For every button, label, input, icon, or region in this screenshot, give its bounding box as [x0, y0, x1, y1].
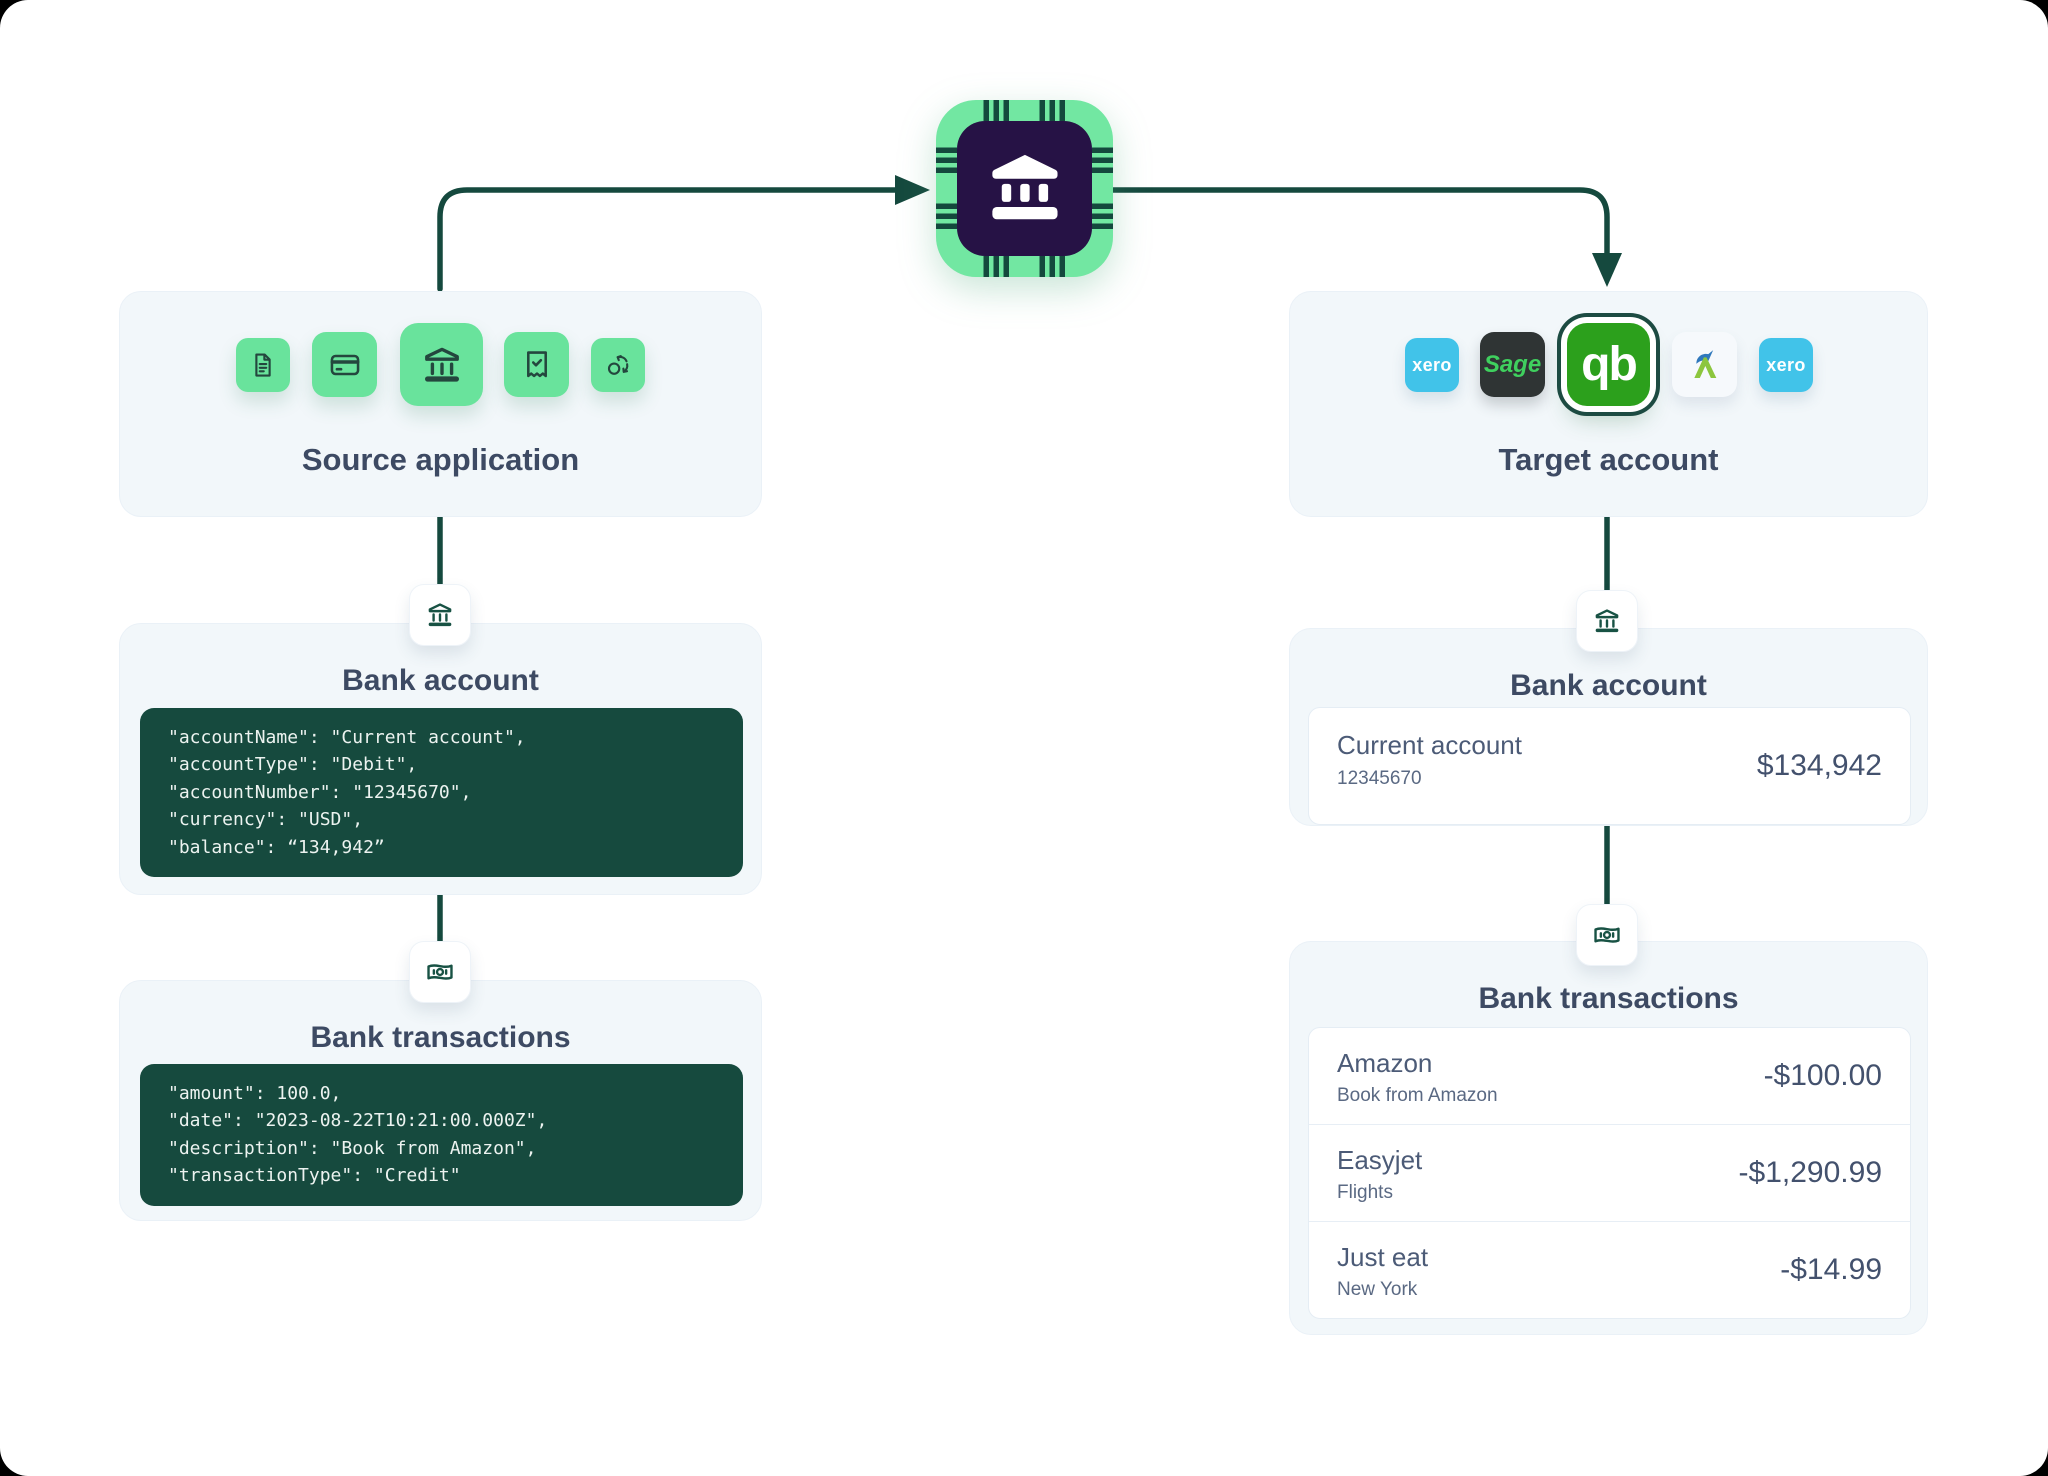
transaction-description: New York [1337, 1279, 1417, 1301]
code-line: "balance": “134,942” [140, 834, 743, 861]
xero-logo: xero [1759, 338, 1813, 392]
code-line: "transactionType": "Credit" [140, 1162, 743, 1189]
right-bank-account-title: Bank account [1290, 669, 1927, 703]
diagram-canvas: Source application xero Sage qb xero Tar… [0, 0, 2048, 1476]
sync-icon [591, 338, 645, 392]
transaction-description: Book from Amazon [1337, 1085, 1498, 1107]
account-balance: $134,942 [1757, 708, 1882, 824]
banknote-badge-icon [409, 941, 471, 1003]
code-line: "accountType": "Debit", [140, 751, 743, 778]
freeagent-logo [1672, 332, 1737, 397]
transaction-name: Easyjet [1337, 1145, 1422, 1176]
transaction-amount: -$100.00 [1764, 1028, 1882, 1124]
source-application-title: Source application [120, 442, 761, 478]
transaction-row: Easyjet Flights -$1,290.99 [1309, 1124, 1910, 1221]
arrow-hub-to-target [1113, 190, 1607, 254]
credit-card-icon [312, 332, 377, 397]
transaction-description: Flights [1337, 1182, 1393, 1204]
transaction-amount: -$14.99 [1780, 1222, 1882, 1318]
banknote-badge-icon [1576, 904, 1638, 966]
arrowhead-down [1592, 253, 1622, 287]
bank-badge-icon [409, 584, 471, 646]
arrowhead-right [895, 175, 930, 205]
transaction-name: Amazon [1337, 1048, 1432, 1079]
right-bank-transactions-card: Bank transactions Amazon Book from Amazo… [1289, 941, 1928, 1335]
bank-badge-icon [1576, 590, 1638, 652]
sage-logo: Sage [1480, 332, 1545, 397]
target-account-title: Target account [1290, 442, 1927, 478]
bank-icon [400, 323, 483, 406]
left-bank-account-title: Bank account [120, 664, 761, 698]
right-bank-transactions-title: Bank transactions [1290, 982, 1927, 1016]
account-name: Current account [1337, 730, 1522, 761]
quickbooks-logo: qb [1567, 323, 1650, 406]
code-line: "amount": 100.0, [140, 1080, 743, 1107]
code-line: "currency": "USD", [140, 806, 743, 833]
source-application-card: Source application [119, 291, 762, 517]
code-line: "date": "2023-08-22T10:21:00.000Z", [140, 1107, 743, 1134]
left-bank-account-card: Bank account "accountName": "Current acc… [119, 623, 762, 895]
target-account-card: xero Sage qb xero Target account [1289, 291, 1928, 517]
bank-transactions-code-block: "amount": 100.0, "date": "2023-08-22T10:… [140, 1064, 743, 1206]
bank-chip-icon [936, 100, 1113, 277]
account-number: 12345670 [1337, 768, 1422, 790]
code-line: "accountName": "Current account", [140, 724, 743, 751]
transaction-amount: -$1,290.99 [1739, 1125, 1882, 1221]
transaction-name: Just eat [1337, 1242, 1428, 1273]
transactions-list: Amazon Book from Amazon -$100.00 Easyjet… [1308, 1027, 1911, 1319]
left-bank-transactions-card: Bank transactions "amount": 100.0, "date… [119, 980, 762, 1221]
receipt-check-icon [504, 332, 569, 397]
left-bank-transactions-title: Bank transactions [120, 1021, 761, 1055]
code-line: "accountNumber": "12345670", [140, 779, 743, 806]
account-row: Current account 12345670 $134,942 [1308, 707, 1911, 825]
xero-logo: xero [1405, 338, 1459, 392]
document-icon [236, 338, 290, 392]
right-bank-account-card: Bank account Current account 12345670 $1… [1289, 628, 1928, 826]
transaction-row: Just eat New York -$14.99 [1309, 1221, 1910, 1318]
transaction-row: Amazon Book from Amazon -$100.00 [1309, 1028, 1910, 1124]
bank-account-code-block: "accountName": "Current account", "accou… [140, 708, 743, 877]
code-line: "description": "Book from Amazon", [140, 1135, 743, 1162]
arrow-source-to-hub [440, 190, 896, 289]
